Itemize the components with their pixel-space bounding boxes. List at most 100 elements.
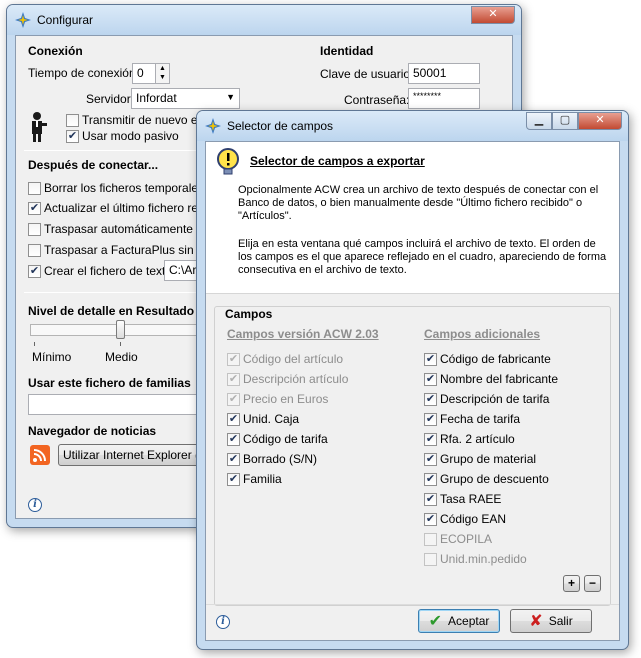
campo-checkbox[interactable]: ✔ xyxy=(227,473,240,486)
checkmark-icon: ✔ xyxy=(428,612,443,630)
nivel-min-label: Mínimo xyxy=(32,350,72,364)
minimize-button[interactable]: ▁ xyxy=(526,112,552,130)
campo-checkbox[interactable]: ✔ xyxy=(424,433,437,446)
remove-field-button[interactable]: − xyxy=(584,575,601,592)
add-field-button[interactable]: + xyxy=(563,575,580,592)
campo-checkbox[interactable] xyxy=(424,553,437,566)
chevron-down-icon: ▼ xyxy=(226,92,235,102)
salir-button[interactable]: ✘ Salir xyxy=(510,609,592,633)
campo-label: Código del artículo xyxy=(243,352,344,366)
timeout-spinner[interactable]: ▲ ▼ xyxy=(155,63,170,84)
warning-bulb-icon xyxy=(217,148,239,175)
user-figure-icon xyxy=(32,112,47,142)
campo-label: Unid. Caja xyxy=(243,412,300,426)
familias-input[interactable] xyxy=(28,394,208,415)
slider-tick xyxy=(120,342,121,346)
campo-checkbox[interactable]: ✔ xyxy=(424,493,437,506)
pasivo-checkbox[interactable]: ✔ xyxy=(66,130,79,143)
conexion-heading: Conexión xyxy=(28,44,83,58)
close-icon: ✕ xyxy=(595,114,605,126)
maximize-button[interactable]: ▢ xyxy=(552,112,578,130)
navegador-button[interactable]: Utilizar Internet Explorer (reco xyxy=(58,444,208,466)
campo-label: Código de fabricante xyxy=(440,352,551,366)
identidad-heading: Identidad xyxy=(320,44,374,58)
campo-label: Grupo de material xyxy=(440,452,537,466)
timeout-input[interactable]: 0 xyxy=(132,63,156,84)
despues-checkbox[interactable] xyxy=(28,223,41,236)
configurar-titlebar[interactable]: Configurar ✕ xyxy=(7,5,521,35)
campo-checkbox[interactable]: ✔ xyxy=(424,393,437,406)
selector-desc-1: Opcionalmente ACW crea un archivo de tex… xyxy=(238,184,599,222)
slider-tick xyxy=(34,342,35,346)
nivel-med-label: Medio xyxy=(105,350,138,364)
clave-input[interactable]: 50001 xyxy=(408,63,480,84)
maximize-icon: ▢ xyxy=(559,114,571,126)
despues-label: Borrar los ficheros temporales xyxy=(44,181,205,195)
campo-label: Descripción de tarifa xyxy=(440,392,550,406)
campo-checkbox[interactable]: ✔ xyxy=(227,393,240,406)
campo-label: Fecha de tarifa xyxy=(440,412,521,426)
campo-label: Borrado (S/N) xyxy=(243,452,318,466)
campo-label: ECOPILA xyxy=(440,532,493,546)
servidor-value: Infordat xyxy=(136,91,177,105)
campo-checkbox[interactable]: ✔ xyxy=(424,373,437,386)
campo-label: Precio en Euros xyxy=(243,392,329,406)
selector-titlebar[interactable]: Selector de campos ▁ ▢ ✕ xyxy=(197,111,628,141)
selector-desc-2: Elija en esta ventana qué campos incluir… xyxy=(238,238,607,276)
col-right-heading: Campos adicionales xyxy=(424,327,541,341)
campo-checkbox[interactable] xyxy=(424,533,437,546)
campo-label: Código EAN xyxy=(440,512,507,526)
red-x-icon: ✘ xyxy=(529,612,543,630)
aceptar-label: Aceptar xyxy=(448,614,490,628)
window-title: Configurar xyxy=(37,13,94,27)
spin-down-icon[interactable]: ▼ xyxy=(156,73,169,82)
campo-label: Tasa RAEE xyxy=(440,492,502,506)
campo-label: Código de tarifa xyxy=(243,432,328,446)
info-icon[interactable]: i xyxy=(28,498,42,512)
campo-label: Grupo de descuento xyxy=(440,472,549,486)
campo-label: Rfa. 2 artículo xyxy=(440,432,515,446)
despues-heading: Después de conectar... xyxy=(28,158,159,172)
despues-checkbox[interactable] xyxy=(28,182,41,195)
salir-label: Salir xyxy=(548,614,573,628)
campo-checkbox[interactable]: ✔ xyxy=(227,433,240,446)
close-button[interactable]: ✕ xyxy=(578,112,622,130)
campo-label: Descripción artículo xyxy=(243,372,349,386)
info-icon[interactable]: i xyxy=(216,615,230,629)
despues-checkbox[interactable]: ✔ xyxy=(28,265,41,278)
servidor-select[interactable]: Infordat ▼ xyxy=(131,88,240,109)
despues-label: Traspasar automáticamente al fic xyxy=(44,222,221,236)
clave-label: Clave de usuario: xyxy=(320,67,414,81)
pasivo-label: Usar modo pasivo xyxy=(82,129,179,143)
nivel-slider-thumb[interactable] xyxy=(116,320,125,339)
campo-checkbox[interactable]: ✔ xyxy=(227,373,240,386)
campos-group: Campos Campos versión ACW 2.03 Campos ad… xyxy=(214,306,611,606)
campo-checkbox[interactable]: ✔ xyxy=(424,413,437,426)
transmitir-checkbox[interactable] xyxy=(66,114,79,127)
close-icon: ✕ xyxy=(488,8,498,20)
nivel-heading: Nivel de detalle en Resultado xyxy=(28,304,195,318)
despues-label: Traspasar a FacturaPlus sin preg xyxy=(44,243,221,257)
despues-checkbox[interactable]: ✔ xyxy=(28,202,41,215)
aceptar-button[interactable]: ✔ Aceptar xyxy=(418,609,500,633)
timeout-label: Tiempo de conexión: xyxy=(28,66,139,80)
password-input[interactable]: ******** xyxy=(408,88,480,109)
servidor-label: Servidor: xyxy=(86,92,135,106)
campo-checkbox[interactable]: ✔ xyxy=(227,413,240,426)
selector-footer: i ✔ Aceptar ✘ Salir xyxy=(206,604,619,640)
password-label: Contraseña: xyxy=(344,93,410,107)
campo-checkbox[interactable]: ✔ xyxy=(424,453,437,466)
familias-heading: Usar este fichero de familias xyxy=(28,376,191,390)
campo-checkbox[interactable]: ✔ xyxy=(227,453,240,466)
campo-checkbox[interactable]: ✔ xyxy=(227,353,240,366)
rss-icon xyxy=(30,445,50,465)
campo-checkbox[interactable]: ✔ xyxy=(424,473,437,486)
minimize-icon: ▁ xyxy=(534,114,544,126)
campo-label: Familia xyxy=(243,472,282,486)
spin-up-icon[interactable]: ▲ xyxy=(156,64,169,73)
campo-checkbox[interactable]: ✔ xyxy=(424,513,437,526)
app-logo-icon xyxy=(15,12,31,28)
campo-checkbox[interactable]: ✔ xyxy=(424,353,437,366)
close-button[interactable]: ✕ xyxy=(471,6,515,24)
despues-checkbox[interactable] xyxy=(28,244,41,257)
